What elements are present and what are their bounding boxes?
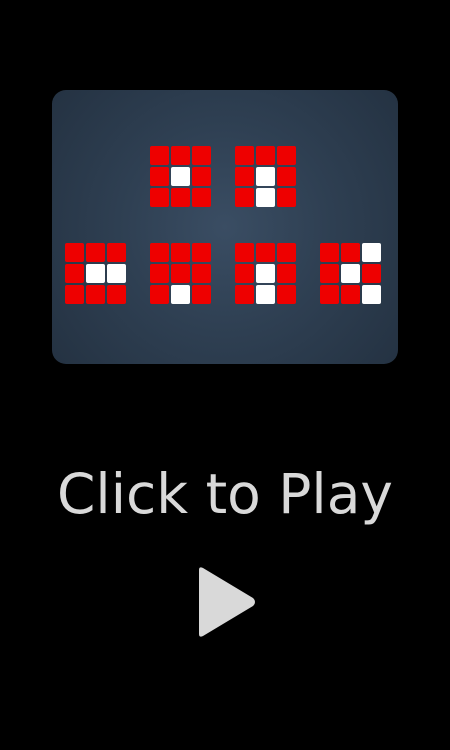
white-tile bbox=[341, 264, 360, 283]
red-tile bbox=[235, 243, 254, 262]
pattern-2 bbox=[235, 146, 296, 207]
red-tile bbox=[320, 243, 339, 262]
red-tile bbox=[107, 285, 126, 304]
red-tile bbox=[235, 264, 254, 283]
red-tile bbox=[341, 243, 360, 262]
red-tile bbox=[86, 243, 105, 262]
click-to-play-label[interactable]: Click to Play bbox=[0, 456, 450, 532]
red-tile bbox=[171, 188, 190, 207]
red-tile bbox=[192, 188, 211, 207]
white-tile bbox=[362, 285, 381, 304]
red-tile bbox=[65, 264, 84, 283]
white-tile bbox=[107, 264, 126, 283]
red-tile bbox=[235, 146, 254, 165]
red-tile bbox=[277, 285, 296, 304]
red-tile bbox=[192, 285, 211, 304]
play-icon[interactable] bbox=[193, 564, 259, 640]
red-tile bbox=[192, 146, 211, 165]
white-tile bbox=[256, 264, 275, 283]
red-tile bbox=[235, 285, 254, 304]
white-tile bbox=[362, 243, 381, 262]
red-tile bbox=[150, 264, 169, 283]
white-tile bbox=[86, 264, 105, 283]
red-tile bbox=[192, 243, 211, 262]
red-tile bbox=[256, 243, 275, 262]
red-tile bbox=[277, 146, 296, 165]
red-tile bbox=[150, 167, 169, 186]
red-tile bbox=[150, 285, 169, 304]
red-tile bbox=[277, 264, 296, 283]
red-tile bbox=[320, 285, 339, 304]
pattern-5 bbox=[235, 243, 296, 304]
red-tile bbox=[86, 285, 105, 304]
red-tile bbox=[192, 264, 211, 283]
white-tile bbox=[256, 285, 275, 304]
red-tile bbox=[341, 285, 360, 304]
red-tile bbox=[107, 243, 126, 262]
red-tile bbox=[277, 167, 296, 186]
red-tile bbox=[256, 146, 275, 165]
red-tile bbox=[277, 188, 296, 207]
red-tile bbox=[362, 264, 381, 283]
red-tile bbox=[235, 167, 254, 186]
game-preview-panel bbox=[52, 90, 398, 364]
pattern-6 bbox=[320, 243, 381, 304]
red-tile bbox=[65, 243, 84, 262]
red-tile bbox=[235, 188, 254, 207]
red-tile bbox=[171, 243, 190, 262]
white-tile bbox=[171, 285, 190, 304]
pattern-1 bbox=[150, 146, 211, 207]
red-tile bbox=[150, 188, 169, 207]
red-tile bbox=[171, 146, 190, 165]
pattern-4 bbox=[150, 243, 211, 304]
white-tile bbox=[171, 167, 190, 186]
red-tile bbox=[192, 167, 211, 186]
white-tile bbox=[256, 167, 275, 186]
red-tile bbox=[150, 243, 169, 262]
red-tile bbox=[277, 243, 296, 262]
red-tile bbox=[171, 264, 190, 283]
red-tile bbox=[65, 285, 84, 304]
white-tile bbox=[256, 188, 275, 207]
pattern-3 bbox=[65, 243, 126, 304]
red-tile bbox=[150, 146, 169, 165]
red-tile bbox=[320, 264, 339, 283]
